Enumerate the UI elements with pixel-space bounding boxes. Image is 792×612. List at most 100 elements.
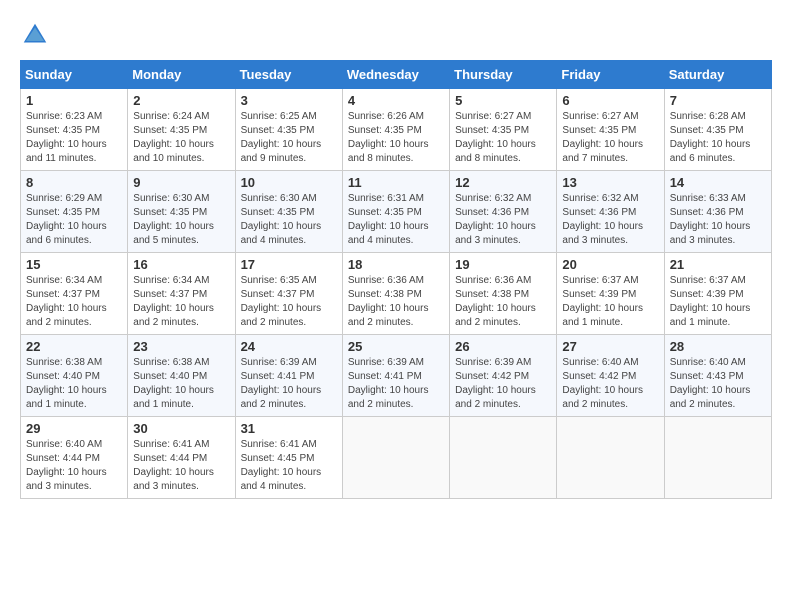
day-header: Saturday [664,61,771,89]
day-cell: 26 Sunrise: 6:39 AMSunset: 4:42 PMDayligh… [450,335,557,417]
day-number: 23 [133,339,229,354]
day-info: Sunrise: 6:27 AMSunset: 4:35 PMDaylight:… [455,111,536,164]
day-number: 9 [133,175,229,190]
day-cell: 23 Sunrise: 6:38 AMSunset: 4:40 PMDayligh… [128,335,235,417]
day-number: 25 [348,339,444,354]
day-info: Sunrise: 6:36 AMSunset: 4:38 PMDaylight:… [348,275,429,328]
day-number: 29 [26,421,122,436]
day-header: Monday [128,61,235,89]
day-number: 11 [348,175,444,190]
day-cell: 13 Sunrise: 6:32 AMSunset: 4:36 PMDayligh… [557,171,664,253]
day-info: Sunrise: 6:30 AMSunset: 4:35 PMDaylight:… [133,193,214,246]
day-number: 26 [455,339,551,354]
day-cell: 14 Sunrise: 6:33 AMSunset: 4:36 PMDayligh… [664,171,771,253]
day-header: Wednesday [342,61,449,89]
empty-cell [450,417,557,499]
day-info: Sunrise: 6:41 AMSunset: 4:45 PMDaylight:… [241,439,322,492]
day-info: Sunrise: 6:23 AMSunset: 4:35 PMDaylight:… [26,111,107,164]
day-number: 15 [26,257,122,272]
day-cell: 16Sunrise: 6:34 AMSunset: 4:37 PMDayligh… [128,253,235,335]
day-number: 3 [241,93,337,108]
day-info: Sunrise: 6:32 AMSunset: 4:36 PMDaylight:… [562,193,643,246]
day-cell: 1 Sunrise: 6:23 AMSunset: 4:35 PMDaylight… [21,89,128,171]
day-info: Sunrise: 6:26 AMSunset: 4:35 PMDaylight:… [348,111,429,164]
day-number: 27 [562,339,658,354]
day-cell: 31 Sunrise: 6:41 AMSunset: 4:45 PMDayligh… [235,417,342,499]
day-number: 18 [348,257,444,272]
day-cell: 11 Sunrise: 6:31 AMSunset: 4:35 PMDayligh… [342,171,449,253]
day-cell: 25 Sunrise: 6:39 AMSunset: 4:41 PMDayligh… [342,335,449,417]
day-cell: 12 Sunrise: 6:32 AMSunset: 4:36 PMDayligh… [450,171,557,253]
day-cell: 8 Sunrise: 6:29 AMSunset: 4:35 PMDaylight… [21,171,128,253]
day-cell: 15 Sunrise: 6:34 AMSunset: 4:37 PMDayligh… [21,253,128,335]
day-info: Sunrise: 6:33 AMSunset: 4:36 PMDaylight:… [670,193,751,246]
day-number: 6 [562,93,658,108]
day-number: 7 [670,93,766,108]
day-info: Sunrise: 6:25 AMSunset: 4:35 PMDaylight:… [241,111,322,164]
day-number: 10 [241,175,337,190]
day-info: Sunrise: 6:41 AMSunset: 4:44 PMDaylight:… [133,439,214,492]
day-number: 2 [133,93,229,108]
day-info: Sunrise: 6:39 AMSunset: 4:41 PMDaylight:… [348,357,429,410]
day-cell: 3 Sunrise: 6:25 AMSunset: 4:35 PMDaylight… [235,89,342,171]
day-number: 21 [670,257,766,272]
day-info: Sunrise: 6:36 AMSunset: 4:38 PMDaylight:… [455,275,536,328]
day-header: Thursday [450,61,557,89]
day-info: Sunrise: 6:34 AMSunset: 4:37 PMDaylight:… [133,275,214,328]
day-number: 14 [670,175,766,190]
day-cell: 6 Sunrise: 6:27 AMSunset: 4:35 PMDaylight… [557,89,664,171]
day-info: Sunrise: 6:30 AMSunset: 4:35 PMDaylight:… [241,193,322,246]
day-number: 1 [26,93,122,108]
day-number: 30 [133,421,229,436]
day-cell: 19Sunrise: 6:36 AMSunset: 4:38 PMDayligh… [450,253,557,335]
day-info: Sunrise: 6:34 AMSunset: 4:37 PMDaylight:… [26,275,107,328]
day-number: 22 [26,339,122,354]
day-number: 13 [562,175,658,190]
day-cell: 17 Sunrise: 6:35 AMSunset: 4:37 PMDayligh… [235,253,342,335]
calendar-table: SundayMondayTuesdayWednesdayThursdayFrid… [20,60,772,499]
day-cell: 27 Sunrise: 6:40 AMSunset: 4:42 PMDayligh… [557,335,664,417]
empty-cell [664,417,771,499]
day-number: 17 [241,257,337,272]
day-cell: 9 Sunrise: 6:30 AMSunset: 4:35 PMDaylight… [128,171,235,253]
day-info: Sunrise: 6:27 AMSunset: 4:35 PMDaylight:… [562,111,643,164]
day-cell: 24 Sunrise: 6:39 AMSunset: 4:41 PMDayligh… [235,335,342,417]
day-cell: 21 Sunrise: 6:37 AMSunset: 4:39 PMDayligh… [664,253,771,335]
day-info: Sunrise: 6:39 AMSunset: 4:41 PMDaylight:… [241,357,322,410]
day-cell: 30 Sunrise: 6:41 AMSunset: 4:44 PMDayligh… [128,417,235,499]
day-number: 24 [241,339,337,354]
day-info: Sunrise: 6:38 AMSunset: 4:40 PMDaylight:… [26,357,107,410]
day-number: 5 [455,93,551,108]
day-number: 31 [241,421,337,436]
day-info: Sunrise: 6:40 AMSunset: 4:42 PMDaylight:… [562,357,643,410]
day-number: 20 [562,257,658,272]
day-number: 4 [348,93,444,108]
day-info: Sunrise: 6:35 AMSunset: 4:37 PMDaylight:… [241,275,322,328]
day-info: Sunrise: 6:28 AMSunset: 4:35 PMDaylight:… [670,111,751,164]
day-info: Sunrise: 6:40 AMSunset: 4:43 PMDaylight:… [670,357,751,410]
logo-icon [20,20,50,50]
day-number: 8 [26,175,122,190]
empty-cell [557,417,664,499]
day-number: 12 [455,175,551,190]
day-info: Sunrise: 6:37 AMSunset: 4:39 PMDaylight:… [562,275,643,328]
day-info: Sunrise: 6:29 AMSunset: 4:35 PMDaylight:… [26,193,107,246]
logo [20,20,54,50]
day-header: Tuesday [235,61,342,89]
day-cell: 29Sunrise: 6:40 AMSunset: 4:44 PMDayligh… [21,417,128,499]
day-cell: 7 Sunrise: 6:28 AMSunset: 4:35 PMDaylight… [664,89,771,171]
day-header: Friday [557,61,664,89]
day-cell: 20 Sunrise: 6:37 AMSunset: 4:39 PMDayligh… [557,253,664,335]
day-cell: 2 Sunrise: 6:24 AMSunset: 4:35 PMDaylight… [128,89,235,171]
day-info: Sunrise: 6:37 AMSunset: 4:39 PMDaylight:… [670,275,751,328]
day-info: Sunrise: 6:24 AMSunset: 4:35 PMDaylight:… [133,111,214,164]
day-info: Sunrise: 6:31 AMSunset: 4:35 PMDaylight:… [348,193,429,246]
day-cell: 22 Sunrise: 6:38 AMSunset: 4:40 PMDayligh… [21,335,128,417]
day-info: Sunrise: 6:32 AMSunset: 4:36 PMDaylight:… [455,193,536,246]
day-cell: 28Sunrise: 6:40 AMSunset: 4:43 PMDayligh… [664,335,771,417]
day-header: Sunday [21,61,128,89]
day-info: Sunrise: 6:39 AMSunset: 4:42 PMDaylight:… [455,357,536,410]
day-cell: 10 Sunrise: 6:30 AMSunset: 4:35 PMDayligh… [235,171,342,253]
day-cell: 5 Sunrise: 6:27 AMSunset: 4:35 PMDaylight… [450,89,557,171]
day-info: Sunrise: 6:38 AMSunset: 4:40 PMDaylight:… [133,357,214,410]
